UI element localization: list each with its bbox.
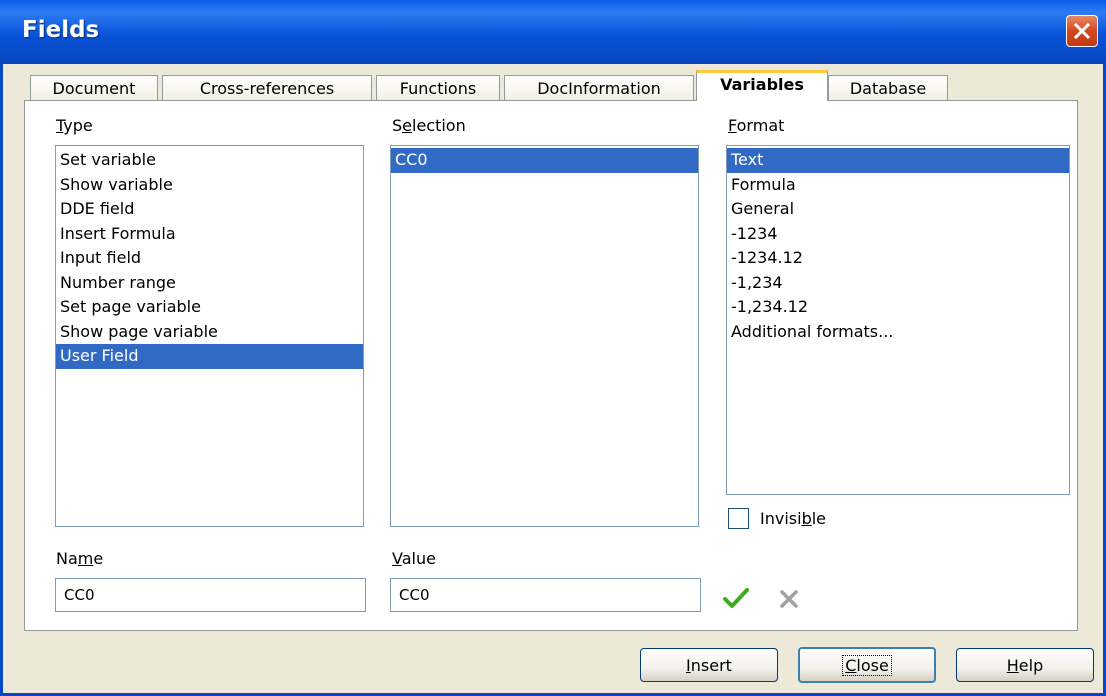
- tab-cross-references[interactable]: Cross-references: [162, 75, 372, 101]
- selection-list-item[interactable]: CC0: [391, 148, 698, 173]
- format-list-item[interactable]: -1234.12: [727, 246, 1069, 271]
- tab-docinformation[interactable]: DocInformation: [504, 75, 694, 101]
- selection-list[interactable]: CC0: [390, 145, 699, 527]
- format-list-item[interactable]: Formula: [727, 173, 1069, 198]
- tab-label: Cross-references: [199, 79, 335, 98]
- format-list-item[interactable]: Text: [727, 148, 1069, 173]
- type-list-item[interactable]: Input field: [56, 246, 363, 271]
- tab-variables[interactable]: Variables: [696, 70, 828, 101]
- type-list-item[interactable]: DDE field: [56, 197, 363, 222]
- help-button-label: Help: [1006, 655, 1044, 675]
- window-title: Fields: [22, 17, 100, 43]
- type-list-item[interactable]: Show page variable: [56, 320, 363, 345]
- format-list-item[interactable]: Additional formats...: [727, 320, 1069, 345]
- type-list-item[interactable]: Set page variable: [56, 295, 363, 320]
- tab-functions[interactable]: Functions: [376, 75, 500, 101]
- type-list-item[interactable]: Set variable: [56, 148, 363, 173]
- type-label: Type: [56, 116, 93, 135]
- title-bar: Fields: [0, 0, 1106, 64]
- tab-label: Variables: [720, 75, 804, 94]
- tab-document[interactable]: Document: [30, 75, 158, 101]
- invisible-label: Invisible: [760, 509, 827, 528]
- format-label: Format: [728, 116, 785, 135]
- help-button[interactable]: Help: [956, 648, 1094, 682]
- value-field[interactable]: [390, 578, 701, 612]
- tab-label: Database: [849, 79, 927, 98]
- name-label: Name: [56, 549, 104, 568]
- selection-label: Selection: [392, 116, 466, 135]
- window-close-button[interactable]: [1066, 15, 1098, 47]
- format-list-item[interactable]: -1,234.12: [727, 295, 1069, 320]
- insert-button-label: Insert: [686, 655, 732, 675]
- name-field[interactable]: [55, 578, 366, 612]
- tab-label: DocInformation: [537, 79, 661, 98]
- apply-button[interactable]: [722, 586, 750, 614]
- value-label: Value: [392, 549, 436, 568]
- insert-button[interactable]: Insert: [640, 648, 778, 682]
- x-icon: [780, 590, 798, 608]
- format-list-item[interactable]: General: [727, 197, 1069, 222]
- format-list-item[interactable]: -1234: [727, 222, 1069, 247]
- type-list-item[interactable]: Show variable: [56, 173, 363, 198]
- type-list-item[interactable]: Number range: [56, 271, 363, 296]
- type-list-item[interactable]: User Field: [56, 344, 363, 369]
- type-list-item[interactable]: Insert Formula: [56, 222, 363, 247]
- tab-label: Document: [52, 79, 136, 98]
- close-button-label: Close: [842, 654, 892, 676]
- close-icon: [1073, 22, 1091, 40]
- format-list-item[interactable]: -1,234: [727, 271, 1069, 296]
- checkmark-icon: [723, 588, 749, 608]
- type-list[interactable]: Set variable Show variable DDE field Insert…: [55, 145, 364, 527]
- invisible-checkbox[interactable]: [728, 508, 749, 529]
- format-list[interactable]: Text Formula General -1234 -1234.12 -1,234 -1,…: [726, 145, 1070, 495]
- discard-button[interactable]: [778, 588, 800, 614]
- tab-database[interactable]: Database: [828, 75, 948, 101]
- tab-label: Functions: [399, 79, 477, 98]
- close-button[interactable]: Close: [798, 647, 936, 683]
